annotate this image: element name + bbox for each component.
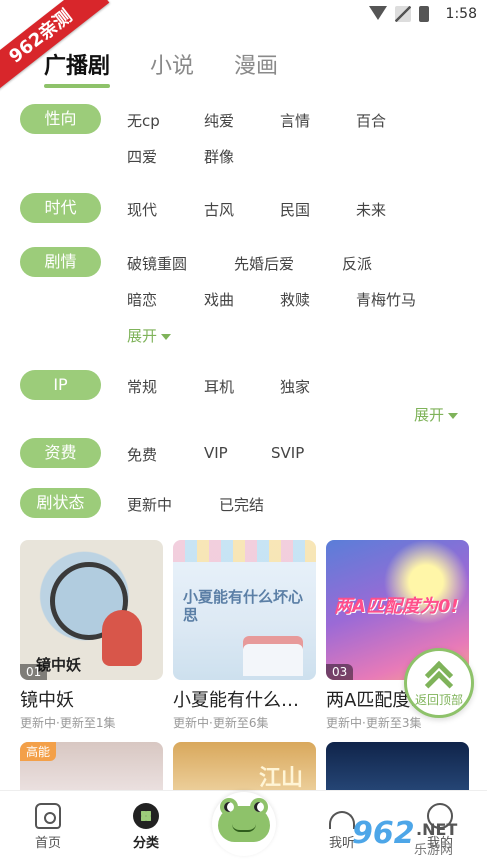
filter-label-orientation[interactable]: 性向 (20, 104, 101, 134)
ip-expand-toggle[interactable]: 展开 (414, 404, 459, 425)
drama-title: 小夏能有什么坏... (173, 690, 316, 711)
tab-radio-drama[interactable]: 广播剧 (44, 48, 111, 88)
top-tabs: 广播剧 小说 漫画 (44, 48, 318, 88)
frog-mouth (232, 824, 256, 832)
filter-option[interactable]: 民国 (280, 199, 310, 220)
cover-title-text: 两A匹配度为0! (334, 596, 459, 617)
character-figure (102, 610, 142, 666)
filter-option[interactable]: 暗恋 (127, 289, 157, 310)
filter-label-ip[interactable]: IP (20, 370, 101, 400)
cover-title-text: 江山 (259, 766, 304, 791)
drama-card[interactable]: 镜中妖 01 镜中妖 更新中·更新至1集 (20, 540, 163, 731)
double-chevron-up-icon (424, 659, 454, 700)
filter-option[interactable]: 独家 (280, 376, 310, 397)
ip-expand-label: 展开 (414, 406, 445, 424)
battery-icon (419, 6, 429, 22)
filter-option[interactable]: 纯爱 (204, 110, 234, 131)
frog-eye-icon (250, 798, 268, 816)
drama-title: 镜中妖 (20, 690, 74, 711)
hot-badge: 高能 (20, 742, 57, 761)
plot-expand-toggle[interactable]: 展开 (127, 325, 172, 346)
house-decoration (243, 636, 303, 676)
filter-label-plot[interactable]: 剧情 (20, 247, 101, 277)
filter-option[interactable]: 戏曲 (204, 289, 234, 310)
filter-option[interactable]: 现代 (127, 199, 157, 220)
watermark-net: .NET (416, 820, 458, 839)
episode-badge: 01 (20, 664, 48, 680)
filter-label-fee[interactable]: 资费 (20, 438, 101, 468)
frog-icon (218, 798, 270, 842)
filter-option[interactable]: 青梅竹马 (356, 289, 416, 310)
filter-option[interactable]: VIP (204, 444, 228, 462)
back-to-top-button[interactable]: 返回顶部 (404, 648, 474, 718)
plot-expand-label: 展开 (127, 327, 158, 345)
filter-option[interactable]: 救赎 (280, 289, 310, 310)
filter-label-status[interactable]: 剧状态 (20, 488, 101, 518)
drama-update-status: 更新中·更新至1集 (20, 716, 116, 730)
category-icon (133, 803, 159, 829)
tab-comic[interactable]: 漫画 (234, 48, 278, 84)
filter-option[interactable]: SVIP (271, 444, 304, 462)
filter-option[interactable]: 免费 (127, 444, 157, 465)
frog-center-button[interactable] (212, 792, 276, 856)
filter-option[interactable]: 未来 (356, 199, 386, 220)
status-icons (369, 6, 429, 22)
drama-cover: 小夏能有什么坏心思 (173, 540, 316, 680)
filter-option[interactable]: 无cp (127, 110, 160, 131)
filter-option[interactable]: 更新中 (127, 494, 172, 515)
filter-option[interactable]: 古风 (204, 199, 234, 220)
filter-option[interactable]: 已完结 (219, 494, 264, 515)
filter-option[interactable]: 四爱 (127, 146, 157, 167)
caret-down-icon (161, 333, 172, 340)
status-time: 1:58 (445, 6, 477, 22)
filter-option[interactable]: 破镜重圆 (127, 253, 187, 274)
nav-home-label: 首页 (34, 836, 61, 851)
cover-title-text: 小夏能有什么坏心思 (183, 588, 304, 624)
wifi-icon (369, 6, 387, 22)
filter-option[interactable]: 常规 (127, 376, 157, 397)
filter-option[interactable]: 先婚后爱 (234, 253, 294, 274)
filter-option[interactable]: 耳机 (204, 376, 234, 397)
nav-category-label: 分类 (132, 836, 159, 851)
tab-novel[interactable]: 小说 (150, 48, 194, 84)
watermark-number: 962 (352, 816, 415, 851)
watermark-site-name: 乐游网 (414, 843, 454, 858)
episode-badge: 03 (326, 664, 354, 680)
filter-option[interactable]: 反派 (342, 253, 372, 274)
drama-update-status: 更新中·更新至6集 (173, 716, 269, 730)
bunting-decoration (173, 540, 316, 562)
home-icon (35, 803, 61, 829)
nav-category[interactable]: 分类 (116, 803, 176, 851)
frog-eye-icon (220, 798, 238, 816)
filter-option[interactable]: 群像 (204, 146, 234, 167)
drama-cover: 镜中妖 01 (20, 540, 163, 680)
no-signal-icon (395, 6, 411, 22)
caret-down-icon (448, 412, 459, 419)
site-watermark: 962 .NET 乐游网 (352, 816, 482, 860)
drama-card[interactable]: 小夏能有什么坏心思 小夏能有什么坏... 更新中·更新至6集 (173, 540, 316, 731)
nav-home[interactable]: 首页 (18, 803, 78, 851)
filter-option[interactable]: 言情 (280, 110, 310, 131)
filter-option[interactable]: 百合 (356, 110, 386, 131)
filter-label-era[interactable]: 时代 (20, 193, 101, 223)
